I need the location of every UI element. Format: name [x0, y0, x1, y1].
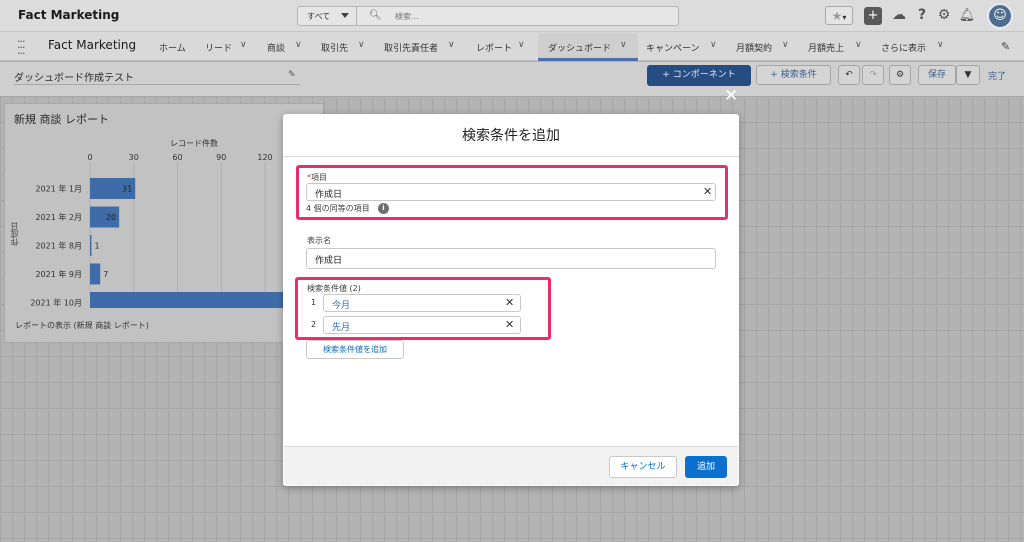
nav-item-monthly-sales[interactable]: 月額売上: [808, 41, 844, 54]
chevron-down-icon[interactable]: ∨: [855, 40, 862, 50]
app-launcher-grid-icon[interactable]: ··· ··· ···: [17, 36, 35, 59]
chevron-down-icon[interactable]: ∨: [518, 40, 525, 50]
chart-category-label: 2021 年 8月: [35, 241, 82, 251]
chart-data-label: 31: [122, 185, 132, 194]
add-filter-button[interactable]: + 検索条件: [756, 65, 831, 85]
edit-title-pencil-icon[interactable]: ✎: [288, 70, 296, 80]
settings-gear-icon[interactable]: ⚙: [889, 65, 911, 85]
nav-item-reports[interactable]: レポート: [476, 41, 512, 54]
save-button[interactable]: 保存: [918, 65, 956, 85]
search-scope-label: すべて: [307, 12, 331, 21]
chart-x-tick-label: 120: [257, 153, 272, 162]
dialog-title: 検索条件を追加: [462, 128, 560, 144]
chevron-down-icon[interactable]: ∨: [295, 40, 302, 50]
chevron-down-icon[interactable]: ∨: [240, 40, 247, 50]
dialog-divider: [283, 156, 739, 157]
app-name: Fact Marketing: [48, 38, 137, 52]
highlight-annotation: [295, 277, 551, 340]
chevron-down-icon[interactable]: ∨: [937, 40, 944, 50]
chart-bar: [90, 263, 101, 285]
dashboard-title-input[interactable]: ダッシュボード作成テスト: [14, 69, 300, 85]
widget-title: 新規 商談 レポート: [14, 113, 109, 126]
save-menu-chevron-icon[interactable]: ▼: [956, 65, 980, 85]
add-component-button[interactable]: + コンポーネント: [647, 65, 751, 86]
chart-x-tick-label: 30: [129, 153, 139, 162]
chart-category-label: 2021 年 1月: [35, 184, 82, 194]
help-icon[interactable]: ?: [913, 6, 931, 25]
chevron-down-icon: [341, 13, 349, 18]
setup-gear-icon[interactable]: ⚙: [935, 6, 953, 25]
undo-icon[interactable]: ↶: [838, 65, 860, 85]
global-add-icon[interactable]: +: [864, 7, 882, 25]
chevron-down-icon[interactable]: ∨: [782, 40, 789, 50]
trailhead-cloud-icon[interactable]: ☁: [890, 6, 908, 25]
chart-category-label: 2021 年 2月: [35, 212, 82, 222]
chart-bar: [90, 292, 295, 308]
add-filter-value-button[interactable]: 検索条件値を追加: [306, 340, 404, 359]
search-placeholder: 検索...: [395, 12, 419, 21]
chart-x-tick-label: 90: [216, 153, 226, 162]
chart-bar: [90, 235, 92, 256]
redo-icon[interactable]: ↷: [862, 65, 884, 85]
nav-item-more[interactable]: さらに表示: [881, 41, 926, 54]
chart-data-label: 1: [94, 242, 99, 251]
org-brand: Fact Marketing: [18, 8, 120, 22]
search-icon: 🔍︎: [369, 10, 382, 21]
view-report-link[interactable]: レポートの表示 (新規 商談 レポート): [15, 320, 149, 331]
edit-nav-pencil-icon[interactable]: ✎: [1001, 40, 1010, 53]
nav-item-contacts[interactable]: 取引先責任者: [384, 41, 438, 54]
done-button[interactable]: 完了: [988, 69, 1006, 82]
add-button[interactable]: 追加: [685, 456, 727, 478]
nav-item-leads[interactable]: リード: [205, 41, 232, 54]
chart-x-tick-label: 0: [87, 153, 92, 162]
chevron-down-icon[interactable]: ∨: [448, 40, 455, 50]
nav-item-dashboards[interactable]: ダッシュボード: [548, 41, 611, 54]
nav-item-accounts[interactable]: 取引先: [321, 41, 348, 54]
bar-chart: 0 30 60 90 120 2021 年 1月 31 2021 年 2月 20 2021 年 8…: [30, 153, 295, 308]
favorites-star-icon[interactable]: ★▾: [825, 6, 853, 25]
close-icon[interactable]: ✕: [724, 86, 738, 106]
nav-item-monthly-contracts[interactable]: 月額契約: [736, 41, 772, 54]
chart-data-label: 7: [103, 270, 108, 279]
global-search-input[interactable]: 🔍︎ 検索...: [357, 6, 679, 26]
nav-item-campaigns[interactable]: キャンペーン: [646, 41, 700, 54]
chart-x-tick-label: 60: [172, 153, 182, 162]
display-name-label: 表示名: [307, 236, 331, 245]
nav-item-home[interactable]: ホーム: [159, 41, 186, 54]
cancel-button[interactable]: キャンセル: [609, 456, 677, 478]
search-scope-select[interactable]: すべて: [297, 6, 357, 26]
chevron-down-icon[interactable]: ∨: [620, 40, 627, 50]
chevron-down-icon[interactable]: ∨: [358, 40, 365, 50]
chart-data-label: 20: [106, 213, 116, 222]
notifications-bell-icon[interactable]: 🔔︎: [958, 6, 976, 25]
chart-category-label: 2021 年 10月: [30, 298, 82, 308]
nav-item-opportunities[interactable]: 商談: [267, 41, 285, 54]
display-name-input[interactable]: 作成日: [306, 248, 716, 269]
chevron-down-icon[interactable]: ∨: [710, 40, 717, 50]
chart-category-label: 2021 年 9月: [35, 269, 82, 279]
user-avatar-icon[interactable]: ☺: [987, 3, 1013, 29]
highlight-annotation: [296, 165, 728, 220]
